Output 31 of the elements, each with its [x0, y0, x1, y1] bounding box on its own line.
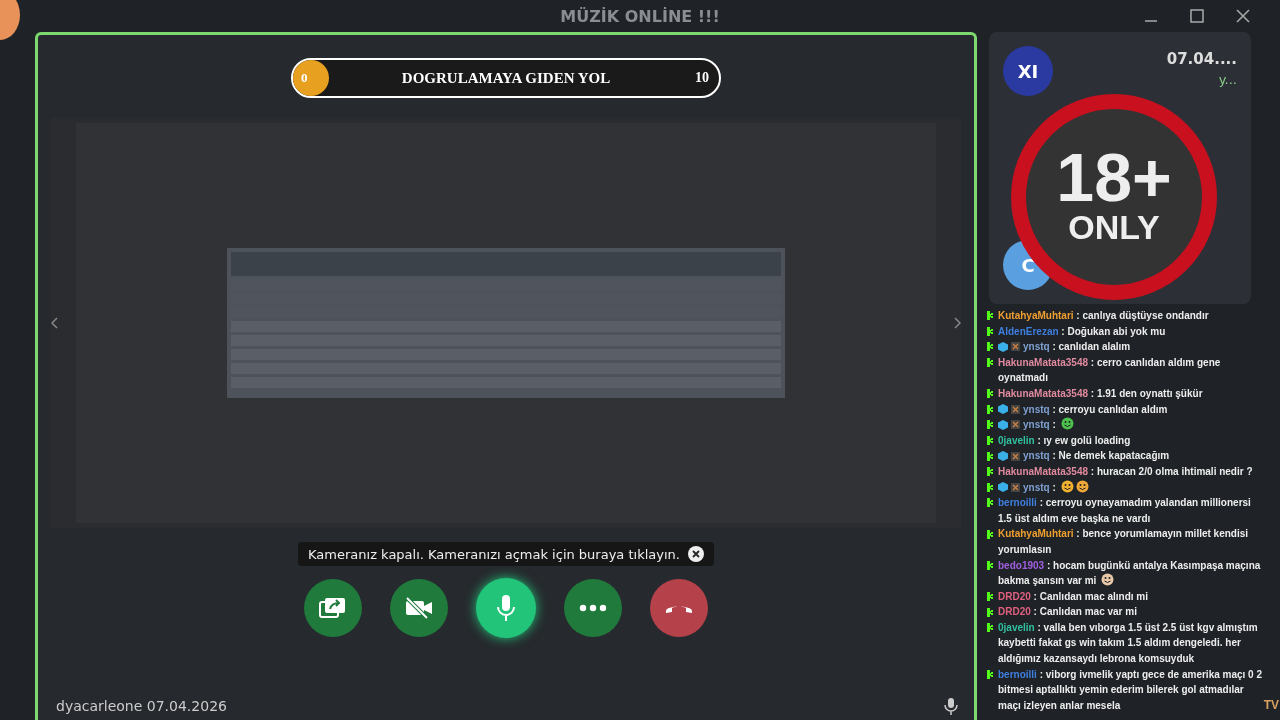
chat-message: ynstq : cerroyu canlıdan aldım: [1023, 403, 1168, 415]
age-badge-text: ONLY: [1068, 208, 1160, 248]
chat-message: bernoilli : viborg ivmelik yaptı gece de amerika maçı 0 2 bitmesi aptallıktı yemin ederim bilerek gol atmadılar maçı izleyen anlar mesela: [998, 668, 1262, 711]
age-badge-number: 18+: [1056, 146, 1172, 209]
camera-tooltip[interactable]: Kameranız kapalı. Kameranızı açmak için buraya tıklayın.: [298, 542, 714, 566]
chat-message: 0javelin : valla ben vıborga 1.5 üst 2.5 üst kgv almıştım kaybetti fakat gs win takım 1.5 aldım dengeledi. her aldığımız kazansaydı lebrona komsuyduk: [998, 621, 1258, 665]
chat-message: KutahyaMuhtari : bence yorumlamayın millet kendisi yorumlasın: [998, 528, 1249, 555]
chat-message: ynstq :: [1023, 419, 1056, 431]
chat-message: ynstq : canlıdan alalım: [1023, 341, 1131, 353]
speaker-name: dyacarleone 07.04.2026: [56, 698, 227, 714]
avatar: XI: [1003, 46, 1053, 96]
progress-title: DOGRULAMAYA GIDEN YOL: [401, 69, 611, 87]
progress-end: 10: [695, 70, 709, 86]
chat-message: bedo1903 : hocam bugünkü antalya Kasımpaşa maçına bakma şansın var mi: [998, 559, 1261, 587]
chat-message: HakunaMatata3548 : 1.91 den oynattı şükür: [998, 387, 1203, 399]
participant-status: y...: [1218, 72, 1237, 87]
chat-message: ynstq :: [1023, 481, 1056, 493]
chat-message: AldenErezan : Doğukan abi yok mu: [998, 325, 1166, 337]
corner-logo: TV: [1263, 698, 1279, 712]
chat-message: bernoilli : cerroyu oynayamadım yalandan millionersi 1.5 üst aldım eve başka ne vardı: [998, 497, 1251, 524]
chat-message: DRD20 : Canlıdan mac alındı mi: [998, 590, 1149, 602]
participant-name: 07.04....: [1166, 50, 1237, 68]
chat-message: HakunaMatata3548 : huracan 2/0 olma ihtimali nedir ?: [998, 465, 1253, 477]
chat-message: ynstq : Ne demek kapatacağım: [1023, 450, 1170, 462]
chat-message: DRD20 : Canlıdan mac var mi: [998, 606, 1137, 618]
progress-coin: 0: [293, 60, 329, 96]
window-title: MÜZİK ONLİNE !!!: [560, 6, 720, 26]
chat-message: KutahyaMuhtari : canlıya düştüyse ondandır: [998, 310, 1209, 321]
chat-message: HakunaMatata3548 : cerro canlıdan aldım gene oynatmadı: [998, 356, 1221, 384]
camera-tooltip-text: Kameranız kapalı. Kameranızı açmak için buraya tıklayın.: [308, 546, 680, 562]
chat-message: 0javelin : ıy ew golü loading: [998, 434, 1131, 446]
